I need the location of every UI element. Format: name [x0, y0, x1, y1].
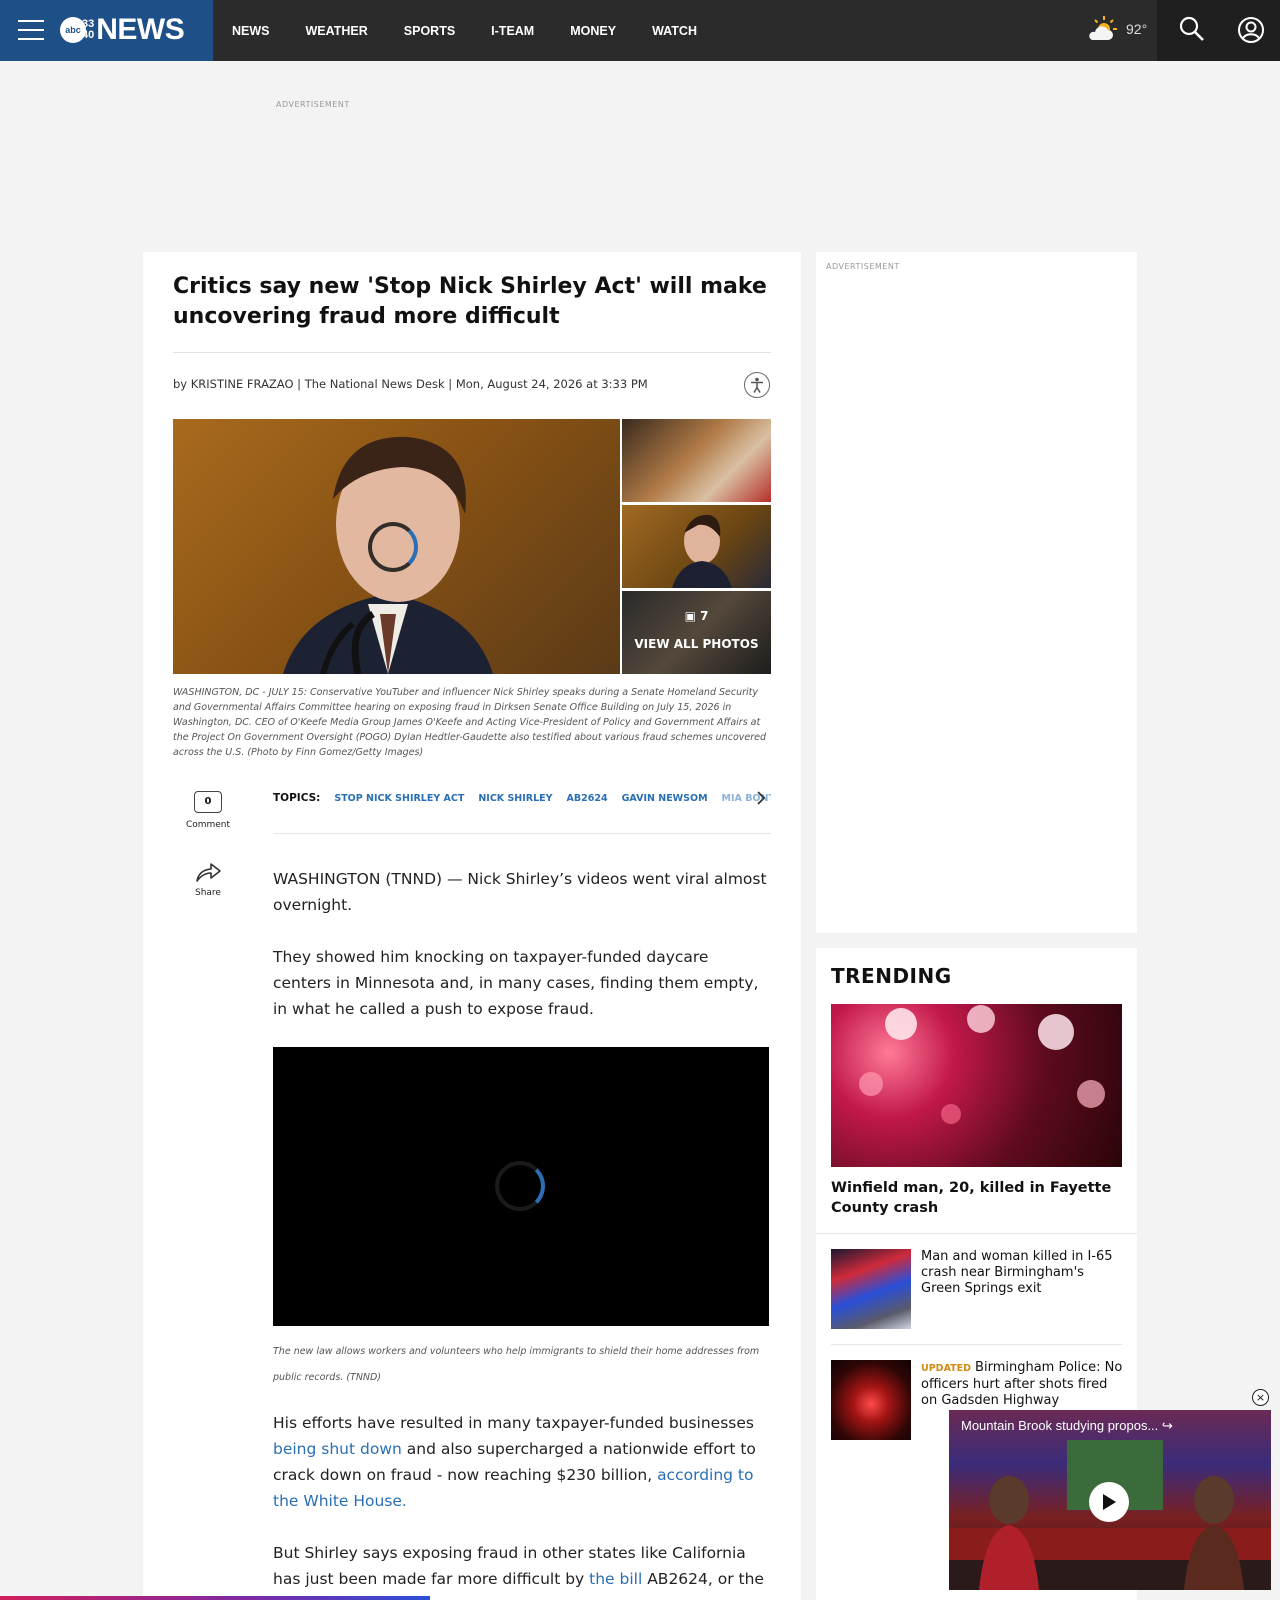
- header-tools: [1157, 0, 1280, 61]
- account-icon[interactable]: [1235, 14, 1267, 46]
- trending-hero-headline[interactable]: Winfield man, 20, killed in Fayette Coun…: [831, 1178, 1122, 1218]
- accessibility-icon[interactable]: [744, 372, 770, 398]
- nav-watch[interactable]: WATCH: [652, 24, 697, 38]
- image-icon: ▣: [684, 609, 701, 623]
- view-all-photos-tile[interactable]: ▣ 7 VIEW ALL PHOTOS: [622, 591, 771, 674]
- brand-area: abc 33 40 NEWS: [0, 0, 213, 61]
- trending-hero-image[interactable]: [831, 1004, 1122, 1167]
- loading-spinner: [368, 522, 418, 572]
- article-title: Critics say new 'Stop Nick Shirley Act' …: [173, 274, 767, 329]
- site-logo[interactable]: abc 33 40 NEWS: [60, 13, 185, 46]
- updated-badge: UPDATED: [921, 1363, 972, 1374]
- topics-bar: TOPICS: STOP NICK SHIRLEY ACT NICK SHIRL…: [273, 788, 771, 808]
- reading-progress-bar: [0, 1596, 430, 1600]
- topic-link[interactable]: STOP NICK SHIRLEY ACT: [334, 793, 464, 804]
- article-paragraph: WASHINGTON (TNND) — Nick Shirley’s video…: [273, 870, 767, 914]
- comment-count-button[interactable]: 0: [194, 791, 222, 813]
- chevron-right-icon[interactable]: [754, 788, 768, 808]
- trending-item-headline[interactable]: Man and woman killed in I-65 crash near …: [921, 1249, 1126, 1297]
- trending-item-image[interactable]: [831, 1360, 911, 1440]
- divider: [173, 352, 771, 353]
- article-paragraph: His efforts have resulted in many taxpay…: [273, 1414, 756, 1510]
- nav-i-team[interactable]: I-TEAM: [491, 24, 534, 38]
- logo-news: NEWS: [96, 13, 185, 46]
- logo-channel-numbers: 33 40: [82, 18, 95, 41]
- share-icon[interactable]: [194, 860, 222, 884]
- top-navigation-bar: abc 33 40 NEWS NEWS WEATHER SPORTS I-TEA…: [0, 0, 1280, 61]
- ad-label: ADVERTISEMENT: [276, 100, 350, 109]
- trending-item-image[interactable]: [831, 1249, 911, 1329]
- weather-temperature: 92°: [1126, 21, 1148, 37]
- loading-spinner: [495, 1161, 545, 1211]
- photo-caption: WASHINGTON, DC - JULY 15: Conservative Y…: [173, 687, 766, 758]
- article-paragraph: But Shirley says exposing fraud in other…: [273, 1544, 764, 1600]
- partly-cloudy-sun-icon: [1089, 16, 1117, 40]
- nav-money[interactable]: MONEY: [570, 24, 616, 38]
- topic-link[interactable]: GAVIN NEWSOM: [622, 793, 708, 804]
- gallery-thumbnail[interactable]: [622, 419, 771, 502]
- ad-label: ADVERTISEMENT: [826, 262, 900, 271]
- share-icon[interactable]: ↪: [1162, 1418, 1173, 1433]
- article-paragraph: They showed him knocking on taxpayer-fun…: [273, 948, 759, 1018]
- inline-link[interactable]: being shut down: [273, 1440, 402, 1458]
- share-label: Share: [195, 888, 221, 898]
- gallery-thumbnail[interactable]: [622, 505, 771, 588]
- topic-link[interactable]: NICK SHIRLEY: [478, 793, 552, 804]
- photo-gallery: ▣ 7 VIEW ALL PHOTOS: [173, 419, 771, 674]
- nav-sports[interactable]: SPORTS: [404, 24, 455, 38]
- article-byline: by KRISTINE FRAZAO | The National News D…: [173, 377, 648, 391]
- divider: [831, 1344, 1122, 1345]
- nav-weather[interactable]: WEATHER: [306, 24, 368, 38]
- topic-link[interactable]: AB2624: [567, 793, 608, 804]
- comment-label: Comment: [185, 820, 231, 830]
- floating-video-player[interactable]: Mountain Brook studying propos... ↪: [949, 1410, 1271, 1590]
- video-player[interactable]: [273, 1047, 769, 1326]
- weather-widget[interactable]: 92°: [1086, 14, 1147, 44]
- divider: [816, 1233, 1137, 1234]
- floating-video-title: Mountain Brook studying propos... ↪: [961, 1418, 1173, 1433]
- photo-count: ▣ 7: [684, 609, 709, 623]
- article-card: Critics say new 'Stop Nick Shirley Act' …: [143, 252, 801, 1600]
- menu-icon[interactable]: [18, 20, 44, 40]
- search-icon[interactable]: [1177, 14, 1209, 46]
- trending-item-headline[interactable]: UPDATED Birmingham Police: No officers hu…: [921, 1360, 1126, 1409]
- nav-news[interactable]: NEWS: [232, 24, 270, 38]
- video-caption: The new law allows workers and volunteer…: [273, 1346, 760, 1383]
- play-icon[interactable]: [1089, 1482, 1129, 1522]
- topics-label: TOPICS:: [273, 792, 321, 804]
- inline-link[interactable]: the bill: [589, 1570, 642, 1588]
- close-icon[interactable]: ×: [1252, 1389, 1269, 1406]
- trending-title: TRENDING: [831, 964, 952, 988]
- main-nav: NEWS WEATHER SPORTS I-TEAM MONEY WATCH: [232, 0, 733, 61]
- main-photo[interactable]: [173, 419, 620, 674]
- sidebar-ad: ADVERTISEMENT: [816, 252, 1137, 933]
- view-all-photos-button[interactable]: VIEW ALL PHOTOS: [622, 637, 771, 651]
- divider: [273, 833, 771, 834]
